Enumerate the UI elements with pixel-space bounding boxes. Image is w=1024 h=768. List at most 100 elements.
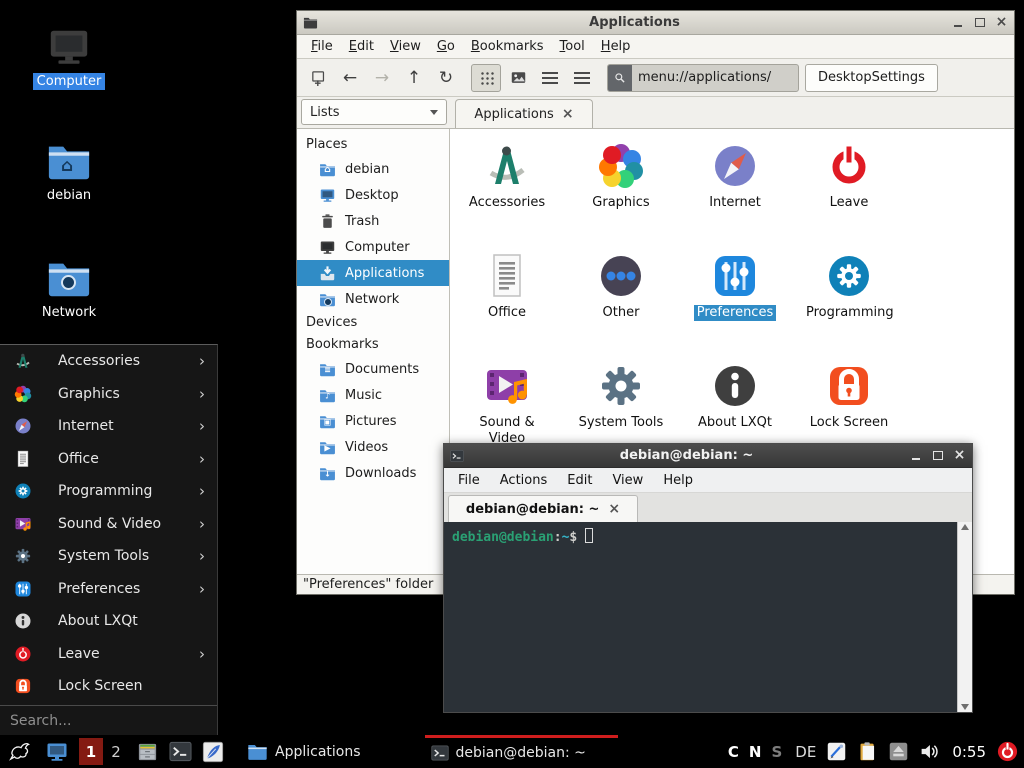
sidebar-item-computer[interactable]: Computer [297,234,449,260]
accessories-icon [14,352,32,370]
task-button-applications[interactable]: Applications [241,735,367,768]
menu-bookmarks[interactable]: Bookmarks [463,36,552,57]
menu-help[interactable]: Help [653,470,703,491]
back-button[interactable]: ← [335,64,365,92]
up-button[interactable]: ↑ [399,64,429,92]
show-desktop-button[interactable] [43,740,71,764]
menu-item-sound-video[interactable]: Sound & Video [0,508,217,541]
fm-titlebar[interactable]: Applications [297,11,1014,35]
menu-edit[interactable]: Edit [341,36,382,57]
sidebar-item-music[interactable]: ♪ Music [297,382,449,408]
app-category-leave[interactable]: Leave [792,137,906,247]
new-tab-button[interactable] [303,64,333,92]
sidebar-item-home[interactable]: ⌂ debian [297,156,449,182]
terminal-scrollbar[interactable] [957,522,972,712]
app-category-other[interactable]: Other [564,247,678,357]
terminal-icon [450,449,464,463]
quicklaunch-file-manager[interactable] [135,740,159,764]
menu-item-preferences[interactable]: Preferences [0,573,217,606]
quicklaunch-featherpad[interactable] [201,740,225,764]
app-category-office[interactable]: Office [450,247,564,357]
detailed-view-button[interactable] [567,64,597,92]
scroll-up-icon[interactable] [961,524,969,530]
keyboard-layout-indicator[interactable]: DE [795,743,816,761]
menu-view[interactable]: View [602,470,653,491]
icon-view-button[interactable] [471,64,501,92]
menu-file[interactable]: File [303,36,341,57]
app-category-accessories[interactable]: Accessories [450,137,564,247]
start-menu-button[interactable] [5,739,35,765]
documents-folder-icon [319,361,336,378]
desktop-icon-home[interactable]: ⌂ debian [19,138,119,204]
menu-item-programming[interactable]: Programming [0,475,217,508]
sidebar-item-desktop[interactable]: Desktop [297,182,449,208]
menu-item-graphics[interactable]: Graphics [0,378,217,411]
workspace-1-button[interactable]: 1 [79,738,103,765]
menu-item-accessories[interactable]: Accessories [0,345,217,378]
app-category-programming[interactable]: Programming [792,247,906,357]
lists-dropdown[interactable]: Lists [301,99,447,125]
forward-button[interactable]: → [367,64,397,92]
terminal-screen[interactable]: debian@debian:~$ [444,522,972,712]
sidebar-item-trash[interactable]: Trash [297,208,449,234]
quicklaunch-terminal[interactable] [168,740,192,764]
terminal-tab[interactable]: debian@debian: ~ [448,495,638,522]
menu-item-system-tools[interactable]: System Tools [0,540,217,573]
terminal-titlebar[interactable]: debian@debian: ~ [444,444,972,468]
menu-tool[interactable]: Tool [552,36,593,57]
app-category-preferences[interactable]: Preferences [678,247,792,357]
sidebar-item-applications[interactable]: Applications [297,260,449,286]
app-category-internet[interactable]: Internet [678,137,792,247]
menu-search-input[interactable] [10,713,190,729]
system-tools-icon [14,547,32,565]
menu-item-office[interactable]: Office [0,443,217,476]
menu-item-label: Leave [58,646,100,662]
scroll-down-icon[interactable] [961,704,969,710]
workspace-2-button[interactable]: 2 [106,743,126,761]
menu-item-about-lxqt[interactable]: About LXQt [0,605,217,638]
close-button[interactable] [995,16,1008,29]
menu-edit[interactable]: Edit [557,470,602,491]
maximize-button[interactable] [931,449,944,462]
menu-item-internet[interactable]: Internet [0,410,217,443]
maximize-button[interactable] [973,16,986,29]
clipboard-icon[interactable] [857,741,878,762]
app-category-graphics[interactable]: Graphics [564,137,678,247]
menu-go[interactable]: Go [429,36,463,57]
menu-help[interactable]: Help [593,36,639,57]
menu-search[interactable] [0,705,217,735]
menu-view[interactable]: View [382,36,429,57]
start-menu: Accessories Graphics Internet Office Pro… [0,344,218,735]
task-button-terminal-active[interactable]: debian@debian: ~ [425,735,618,768]
sidebar-item-pictures[interactable]: ▣ Pictures [297,408,449,434]
menu-item-label: Office [58,451,99,467]
sidebar-item-videos[interactable]: ▶ Videos [297,434,449,460]
desktop-icon-computer[interactable]: Computer [19,24,119,90]
clock[interactable]: 0:55 [952,743,986,761]
tab-close-icon[interactable] [608,501,620,517]
minimize-button[interactable] [951,16,964,29]
menu-item-leave[interactable]: Leave [0,638,217,671]
thumbnail-view-button[interactable] [503,64,533,92]
tab-applications[interactable]: Applications [455,99,593,128]
menu-actions[interactable]: Actions [490,470,558,491]
path-bar[interactable]: menu://applications/ [607,64,799,92]
tab-close-icon[interactable] [562,106,574,122]
sidebar-item-label: debian [345,162,389,177]
sidebar-item-network[interactable]: Network [297,286,449,312]
music-folder-icon [319,387,336,404]
minimize-button[interactable] [909,449,922,462]
close-button[interactable] [953,449,966,462]
reload-button[interactable]: ↻ [431,64,461,92]
screenshot-tool-icon[interactable] [826,741,847,762]
compact-view-button[interactable] [535,64,565,92]
sidebar-item-documents[interactable]: ≡ Documents [297,356,449,382]
desktop-settings-button[interactable]: DesktopSettings [805,64,938,92]
menu-item-lock-screen[interactable]: Lock Screen [0,670,217,703]
volume-icon[interactable] [919,741,940,762]
eject-removable-media-icon[interactable] [888,741,909,762]
sidebar-item-downloads[interactable]: ↓ Downloads [297,460,449,486]
menu-file[interactable]: File [448,470,490,491]
power-button-icon[interactable] [996,740,1019,763]
desktop-icon-network[interactable]: Network [19,255,119,321]
